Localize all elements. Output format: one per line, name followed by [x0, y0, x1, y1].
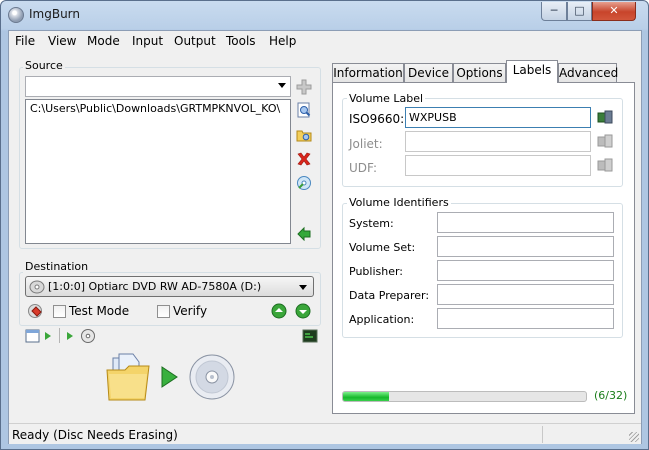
udf-input[interactable] [405, 155, 591, 176]
browse-folder-icon[interactable] [296, 127, 312, 143]
calculate-icon[interactable] [296, 175, 312, 191]
tab-device-label: Device [407, 66, 450, 80]
application-label: Application: [349, 313, 415, 326]
data-preparer-label: Data Preparer: [349, 289, 430, 302]
tab-labels-label: Labels [512, 63, 552, 77]
play-small-icon[interactable] [65, 328, 75, 344]
status-separator [542, 426, 543, 443]
chevron-down-icon [299, 285, 307, 290]
title-bar[interactable]: ImgBurn ─ □ ✕ [1, 1, 648, 30]
capacity-progress-fill [343, 392, 389, 401]
tab-information-label: Information [333, 66, 403, 80]
iso9660-label: ISO9660: [349, 112, 405, 126]
play-icon [161, 366, 178, 388]
tab-advanced-label: Advanced [559, 66, 619, 80]
main-client-area: File View Mode Input Output Tools Help S… [8, 30, 642, 444]
console-icon[interactable] [302, 328, 318, 344]
toolbar-separator [59, 328, 60, 343]
disc-icon [189, 354, 235, 400]
application-input[interactable] [437, 308, 614, 329]
close-tray-icon[interactable] [295, 303, 311, 319]
verify-label: Verify [173, 304, 208, 318]
destination-device-combo[interactable]: [1:0:0] Optiarc DVD RW AD-7580A (D:) [25, 276, 314, 297]
menu-view[interactable]: View [48, 34, 76, 48]
system-input[interactable] [437, 212, 614, 233]
copy-label-icon[interactable] [597, 157, 613, 173]
joliet-input[interactable] [405, 131, 591, 152]
play-small-icon[interactable] [43, 328, 53, 344]
tab-options[interactable]: Options [453, 63, 506, 83]
resize-grip[interactable] [629, 432, 639, 442]
imgburn-window: ImgBurn ─ □ ✕ File View Mode Input Outpu… [0, 0, 649, 450]
menu-bar: File View Mode Input Output Tools Help [9, 31, 641, 51]
menu-help[interactable]: Help [269, 34, 296, 48]
data-preparer-input[interactable] [437, 284, 614, 305]
test-mode-checkbox[interactable] [53, 305, 66, 318]
menu-tools[interactable]: Tools [226, 34, 256, 48]
publisher-input[interactable] [437, 260, 614, 281]
tab-information[interactable]: Information [332, 63, 404, 83]
eject-tray-icon[interactable] [271, 303, 287, 319]
publisher-label: Publisher: [349, 265, 404, 278]
minimize-button[interactable]: ─ [541, 2, 567, 21]
drive-icon [29, 280, 45, 294]
capacity-progress-bar [342, 391, 587, 402]
verify-checkbox[interactable] [157, 305, 170, 318]
test-mode-label: Test Mode [69, 304, 130, 318]
menu-mode[interactable]: Mode [87, 34, 120, 48]
destination-device-value: [1:0:0] Optiarc DVD RW AD-7580A (D:) [48, 280, 262, 293]
erase-disc-icon[interactable] [27, 303, 43, 319]
volume-set-label: Volume Set: [349, 241, 416, 254]
window-title: ImgBurn [29, 7, 81, 21]
iso9660-input[interactable]: WXPUSB [405, 107, 591, 128]
tab-labels[interactable]: Labels [506, 60, 558, 83]
status-bar: Ready (Disc Needs Erasing) [9, 423, 641, 444]
folder-files-icon [106, 353, 150, 401]
copy-label-icon[interactable] [597, 109, 613, 125]
destination-group-label: Destination [23, 260, 91, 273]
menu-file[interactable]: File [15, 34, 35, 48]
source-file-path[interactable]: C:\Users\Public\Downloads\GRTMPKNVOL_KO\ [30, 102, 280, 115]
tab-options-label: Options [456, 66, 503, 80]
maximize-button[interactable]: □ [567, 2, 592, 21]
tab-device[interactable]: Device [404, 63, 453, 83]
source-group-label: Source [23, 59, 65, 72]
source-combo[interactable] [25, 76, 291, 97]
volume-label-group-label: Volume Label [347, 92, 426, 105]
tab-advanced[interactable]: Advanced [558, 63, 619, 83]
joliet-label: Joliet: [349, 137, 383, 151]
capacity-counter: (6/32) [594, 389, 628, 402]
menu-input[interactable]: Input [132, 34, 163, 48]
udf-label: UDF: [349, 161, 378, 175]
browse-files-icon[interactable] [296, 102, 312, 118]
copy-label-icon[interactable] [597, 133, 613, 149]
system-label: System: [349, 217, 394, 230]
volume-identifiers-group-label: Volume Identifiers [347, 196, 451, 209]
build-button[interactable] [105, 352, 235, 404]
status-text: Ready (Disc Needs Erasing) [12, 428, 178, 442]
menu-output[interactable]: Output [174, 34, 216, 48]
build-icon[interactable] [296, 225, 312, 241]
volume-set-input[interactable] [437, 236, 614, 257]
close-button[interactable]: ✕ [592, 2, 636, 21]
remove-icon[interactable] [296, 151, 312, 167]
add-icon[interactable] [296, 79, 312, 95]
chevron-down-icon [278, 83, 286, 88]
imgburn-app-icon [8, 7, 24, 23]
source-file-list[interactable]: C:\Users\Public\Downloads\GRTMPKNVOL_KO\ [25, 99, 291, 244]
log-window-icon[interactable] [25, 328, 41, 344]
disc-small-icon[interactable] [80, 328, 96, 344]
